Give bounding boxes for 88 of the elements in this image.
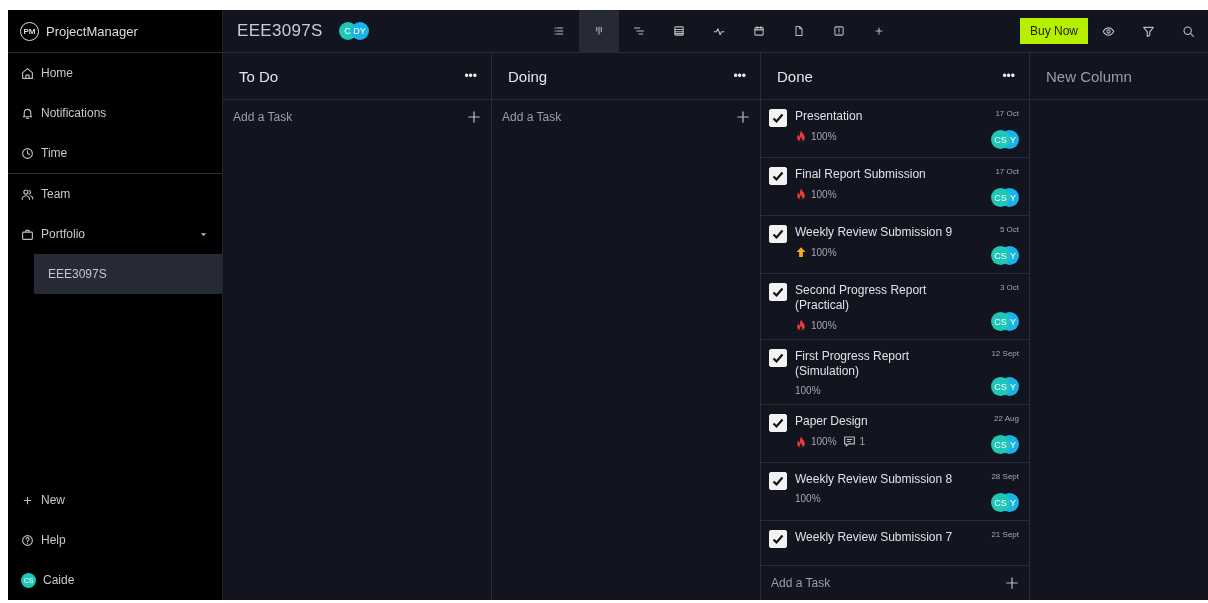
due-date: 17 Oct bbox=[995, 109, 1019, 118]
task-card[interactable]: Weekly Review Submission 9 100% 5 Oct CS Y bbox=[761, 216, 1029, 274]
task-card[interactable]: Second Progress Report (Practical) 100% 3 Oct CS Y bbox=[761, 274, 1029, 340]
home-icon bbox=[21, 66, 34, 80]
team-icon bbox=[21, 187, 34, 201]
checkbox[interactable] bbox=[769, 530, 787, 548]
buy-button[interactable]: Buy Now bbox=[1019, 18, 1088, 44]
task-card[interactable]: Weekly Review Submission 8 100% 28 Sept CS Y bbox=[761, 463, 1029, 521]
task-card[interactable]: Weekly Review Submission 7 21 Sept bbox=[761, 521, 1029, 565]
calendar-icon bbox=[752, 25, 765, 37]
plus-icon[interactable] bbox=[467, 110, 481, 124]
progress-text: 100% bbox=[795, 493, 821, 504]
plus-icon[interactable] bbox=[736, 110, 750, 124]
task-card[interactable]: First Progress Report (Simulation) 100% 12 Sept CS Y bbox=[761, 340, 1029, 405]
help-icon bbox=[21, 533, 34, 547]
gantt-icon bbox=[632, 25, 645, 37]
sidebar-item[interactable]: Team bbox=[8, 174, 222, 214]
assignee-avatar: CS bbox=[991, 312, 1010, 331]
assignee-avatar: CS bbox=[991, 493, 1010, 512]
more-button[interactable]: ••• bbox=[1002, 69, 1015, 83]
task-card[interactable]: Paper Design 100% 1 22 Aug CS Y bbox=[761, 405, 1029, 463]
add-task-link[interactable]: Add a Task bbox=[771, 576, 831, 590]
task-title: First Progress Report (Simulation) bbox=[795, 349, 911, 379]
sidebar-item[interactable]: Portfolio bbox=[8, 214, 222, 254]
task-card[interactable]: Final Report Submission 100% 17 Oct CS Y bbox=[761, 158, 1029, 216]
briefcase-icon bbox=[21, 227, 34, 241]
sidebar-item[interactable]: Help bbox=[8, 520, 222, 560]
eye-icon[interactable] bbox=[1101, 24, 1115, 38]
add-task-link[interactable]: Add a Task bbox=[502, 110, 562, 124]
due-date: 22 Aug bbox=[994, 414, 1019, 423]
sidebar-item[interactable]: New bbox=[8, 480, 222, 520]
filter-icon[interactable] bbox=[1141, 24, 1155, 38]
sidebar-item[interactable]: Notifications bbox=[8, 93, 222, 133]
list-icon bbox=[552, 25, 565, 37]
app-name: ProjectManager bbox=[46, 23, 138, 39]
progress-text: 100% bbox=[795, 385, 821, 396]
checkbox[interactable] bbox=[769, 472, 787, 490]
bell-icon bbox=[21, 106, 34, 120]
due-date: 17 Oct bbox=[995, 167, 1019, 176]
due-date: 28 Sept bbox=[991, 472, 1019, 481]
task-title: Weekly Review Submission 9 bbox=[795, 225, 954, 240]
column-title: To Do bbox=[239, 67, 279, 85]
task-card[interactable]: Presentation 100% 17 Oct CS Y bbox=[761, 100, 1029, 158]
project-title: EEE3097S bbox=[237, 21, 323, 41]
due-date: 12 Sept bbox=[991, 349, 1019, 358]
task-title: Final Report Submission bbox=[795, 167, 927, 182]
search-icon[interactable] bbox=[1181, 24, 1195, 38]
table-icon bbox=[672, 25, 685, 37]
task-title: Paper Design bbox=[795, 414, 869, 429]
alert-icon bbox=[832, 25, 845, 37]
checkbox[interactable] bbox=[769, 167, 787, 185]
more-button[interactable]: ••• bbox=[464, 69, 477, 83]
column-title[interactable]: New Column bbox=[1046, 67, 1132, 85]
sidebar-item[interactable]: Time bbox=[8, 133, 222, 173]
due-date: 5 Oct bbox=[999, 225, 1019, 234]
progress-text: 100% bbox=[811, 188, 837, 200]
more-button[interactable]: ••• bbox=[733, 69, 746, 83]
assignee-avatar: CS bbox=[991, 377, 1010, 396]
task-title: Second Progress Report (Practical) bbox=[795, 283, 928, 313]
checkbox[interactable] bbox=[769, 225, 787, 243]
column-title: Done bbox=[777, 67, 813, 85]
activity-icon bbox=[712, 25, 725, 37]
assignee-avatar: CS bbox=[991, 188, 1010, 207]
task-title: Weekly Review Submission 8 bbox=[795, 472, 954, 487]
comment-count: 1 bbox=[859, 436, 866, 447]
sidebar-item[interactable]: Home bbox=[8, 53, 222, 93]
task-title: Presentation bbox=[795, 109, 864, 124]
checkbox[interactable] bbox=[769, 349, 787, 367]
assignee-avatar: CS bbox=[991, 130, 1010, 149]
checkbox[interactable] bbox=[769, 109, 787, 127]
progress-text: 100% bbox=[811, 436, 837, 447]
progress-text: 100% bbox=[811, 246, 837, 258]
progress-text: 100% bbox=[811, 130, 837, 142]
due-date: 21 Sept bbox=[991, 530, 1019, 539]
column-title: Doing bbox=[508, 67, 548, 85]
comment-icon bbox=[842, 435, 856, 448]
assignee-avatar: CS bbox=[991, 246, 1010, 265]
sidebar-subitem[interactable]: EEE3097S bbox=[34, 254, 222, 294]
assignee-avatar: CS bbox=[991, 435, 1010, 454]
checkbox[interactable] bbox=[769, 414, 787, 432]
task-title: Weekly Review Submission 7 bbox=[795, 530, 954, 545]
progress-text: 100% bbox=[811, 319, 837, 331]
checkbox[interactable] bbox=[769, 283, 787, 301]
plus-icon[interactable] bbox=[1005, 576, 1019, 590]
document-icon bbox=[792, 25, 805, 37]
due-date: 3 Oct bbox=[999, 283, 1019, 292]
clock-icon bbox=[21, 146, 34, 160]
add-task-link[interactable]: Add a Task bbox=[233, 110, 293, 124]
